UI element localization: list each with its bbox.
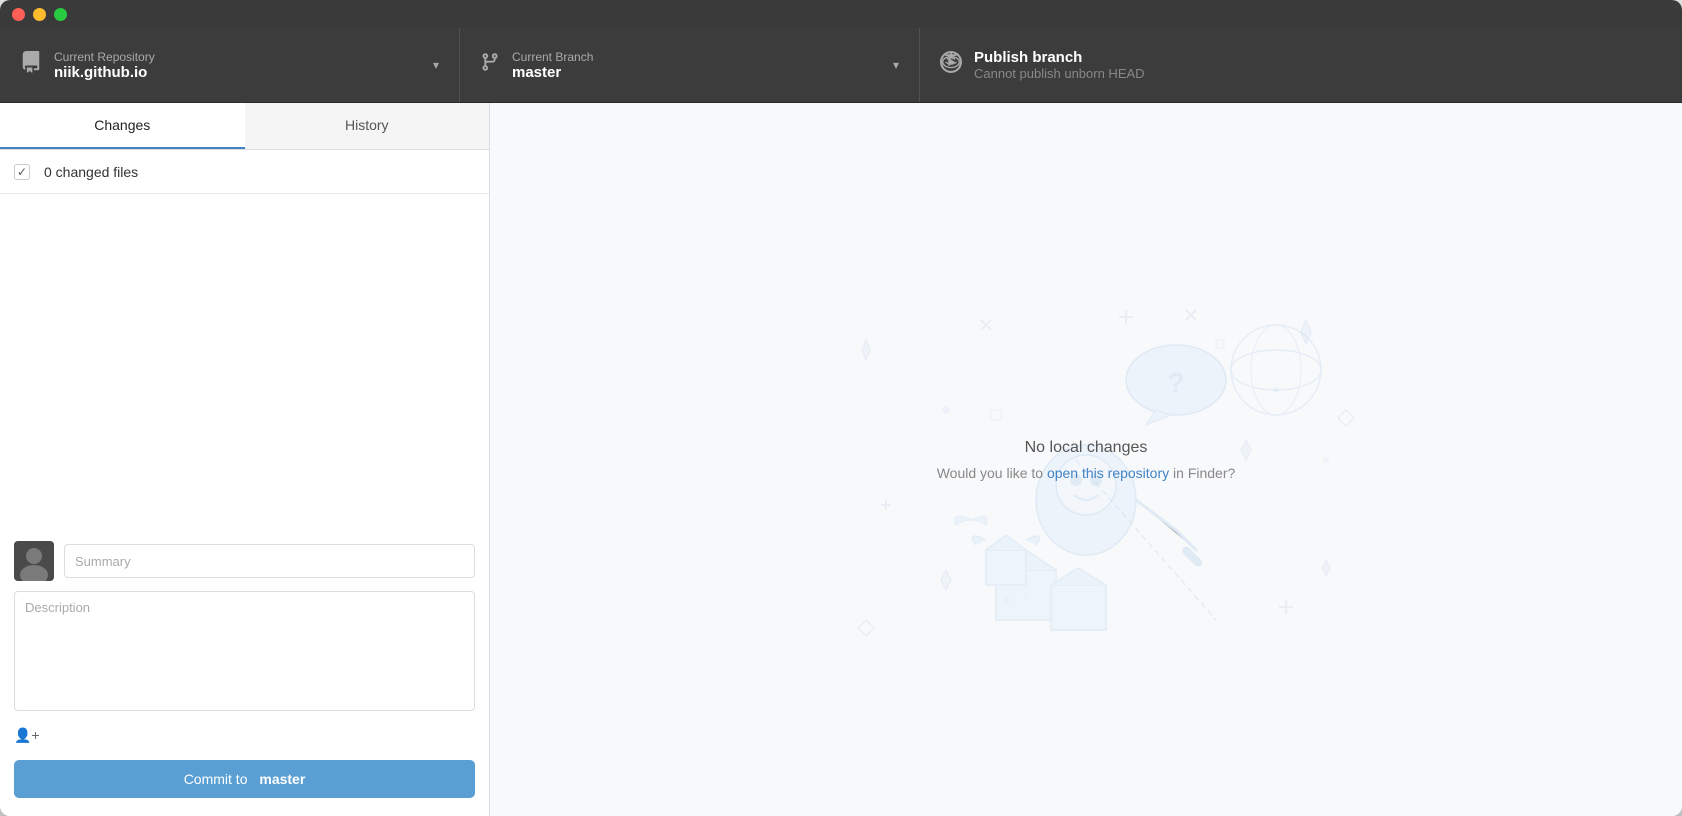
maximize-button[interactable] xyxy=(54,8,67,21)
select-all-checkbox[interactable]: ✓ xyxy=(14,164,30,180)
branch-name: master xyxy=(512,64,881,81)
tab-history[interactable]: History xyxy=(245,103,490,149)
avatar xyxy=(14,541,54,581)
main-content: Changes History ✓ 0 changed files xyxy=(0,103,1682,816)
svg-text:?: ? xyxy=(1167,367,1184,398)
empty-state: No local changes Would you like to open … xyxy=(937,439,1236,481)
branch-label: Current Branch xyxy=(512,50,881,64)
minimize-button[interactable] xyxy=(33,8,46,21)
publish-icon xyxy=(940,51,962,79)
commit-button-prefix: Commit to xyxy=(184,771,248,787)
empty-state-title: No local changes xyxy=(1025,439,1148,457)
summary-input[interactable] xyxy=(64,544,475,578)
commit-button-branch: master xyxy=(259,771,305,787)
files-list-area xyxy=(0,194,489,527)
left-panel: Changes History ✓ 0 changed files xyxy=(0,103,490,816)
commit-button[interactable]: Commit to master xyxy=(14,760,475,798)
app-window: Current Repository niik.github.io ▾ Curr… xyxy=(0,0,1682,816)
co-author-row[interactable]: 👤+ xyxy=(14,721,475,750)
right-panel: ? xyxy=(490,103,1682,816)
branch-chevron-icon: ▾ xyxy=(893,58,899,72)
close-button[interactable] xyxy=(12,8,25,21)
branch-text: Current Branch master xyxy=(512,50,881,81)
branch-icon xyxy=(480,52,500,78)
publish-sublabel: Cannot publish unborn HEAD xyxy=(974,66,1662,81)
repository-text: Current Repository niik.github.io xyxy=(54,50,421,81)
checkbox-check-icon: ✓ xyxy=(17,165,27,179)
titlebar xyxy=(0,0,1682,28)
traffic-lights xyxy=(12,8,67,21)
current-repository-section[interactable]: Current Repository niik.github.io ▾ xyxy=(0,28,460,102)
changed-files-row: ✓ 0 changed files xyxy=(0,150,489,194)
repository-name: niik.github.io xyxy=(54,64,421,81)
changed-files-count: 0 changed files xyxy=(44,164,138,180)
repository-label: Current Repository xyxy=(54,50,421,64)
commit-area: 👤+ Commit to master xyxy=(0,527,489,816)
repository-icon xyxy=(20,51,42,79)
summary-row xyxy=(14,541,475,581)
tab-changes[interactable]: Changes xyxy=(0,103,245,149)
avatar-image xyxy=(14,541,54,581)
tabs: Changes History xyxy=(0,103,489,150)
empty-state-subtitle: Would you like to open this repository i… xyxy=(937,465,1236,481)
toolbar: Current Repository niik.github.io ▾ Curr… xyxy=(0,28,1682,103)
publish-text: Publish branch Cannot publish unborn HEA… xyxy=(974,49,1662,81)
description-textarea[interactable] xyxy=(14,591,475,711)
open-repository-link[interactable]: open this repository xyxy=(1047,465,1169,481)
publish-branch-section[interactable]: Publish branch Cannot publish unborn HEA… xyxy=(920,28,1682,102)
add-person-icon: 👤+ xyxy=(14,727,40,744)
repository-chevron-icon: ▾ xyxy=(433,58,439,72)
publish-label: Publish branch xyxy=(974,49,1662,66)
current-branch-section[interactable]: Current Branch master ▾ xyxy=(460,28,920,102)
